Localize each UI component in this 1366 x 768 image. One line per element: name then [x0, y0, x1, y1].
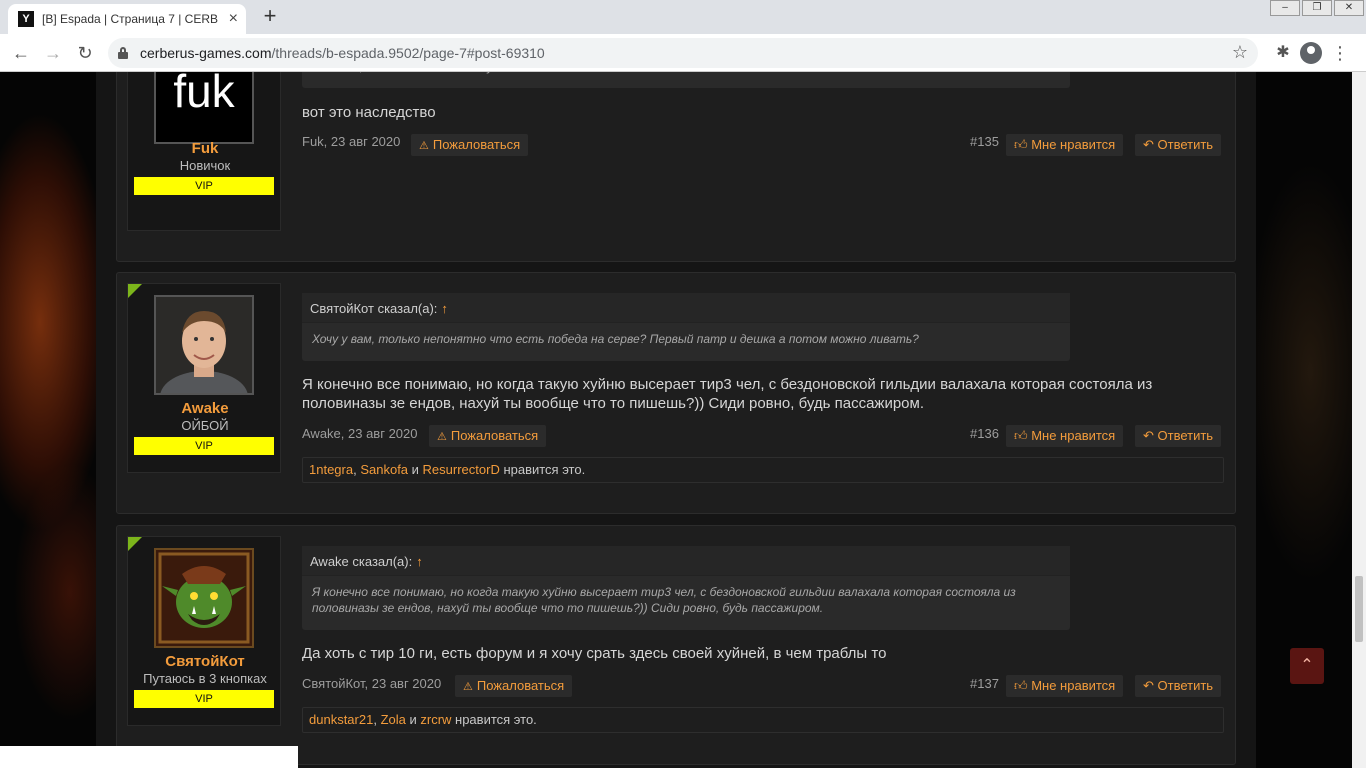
- message-text: Да хоть с тир 10 ги, есть форум и я хочу…: [302, 645, 887, 662]
- vip-badge: VIP: [134, 177, 274, 195]
- user-info-cell: Awake ОЙБОЙ VIP: [127, 283, 281, 473]
- warning-icon: ⚠: [419, 140, 429, 152]
- user-info-cell: fuk Fuk Новичок VIP: [127, 72, 281, 231]
- reply-icon: ↶: [1143, 428, 1158, 443]
- browser-menu-icon[interactable]: ⋮: [1330, 40, 1350, 66]
- liker-link[interactable]: dunkstar21: [309, 712, 373, 727]
- forward-icon[interactable]: →: [40, 40, 66, 66]
- thumbs-up-icon: 👍︎: [1014, 678, 1032, 693]
- address-bar[interactable]: cerberus-games.com/threads/b-espada.9502…: [108, 38, 1258, 68]
- reply-icon: ↶: [1143, 137, 1158, 152]
- message-post: fuk Fuk Новичок VIP Их дети, люди стольк…: [116, 72, 1236, 262]
- new-post-marker: [128, 537, 142, 551]
- liker-link[interactable]: ResurrectorD: [423, 462, 500, 477]
- window-controls: – ❐ ✕: [1268, 0, 1364, 16]
- report-button[interactable]: ⚠ Пожаловаться: [411, 134, 529, 156]
- avatar[interactable]: [154, 295, 254, 395]
- scrollbar-thumb[interactable]: [1355, 576, 1363, 642]
- new-post-marker: [128, 284, 142, 298]
- username[interactable]: Fuk: [128, 140, 282, 157]
- lock-icon: [118, 47, 128, 59]
- reply-icon: ↶: [1143, 678, 1158, 693]
- quote-block: Их дети, люди столько не живут: [302, 72, 1070, 88]
- post-number[interactable]: #135: [970, 134, 999, 149]
- reply-button[interactable]: ↶ Ответить: [1135, 675, 1222, 697]
- profile-icon[interactable]: [1300, 42, 1322, 64]
- go-to-quote-icon[interactable]: ↑: [441, 301, 448, 316]
- like-button[interactable]: 👍︎ Мне нравится: [1006, 425, 1124, 447]
- extensions-icon[interactable]: ✱: [1270, 40, 1296, 66]
- like-button[interactable]: 👍︎ Мне нравится: [1006, 675, 1124, 697]
- quote-author: СвятойКот сказал(а): ↑: [302, 293, 1070, 323]
- bookmark-star-icon[interactable]: ☆: [1232, 42, 1248, 63]
- download-bar-stub: [0, 746, 298, 768]
- username[interactable]: СвятойКот: [128, 653, 282, 670]
- tab-close-icon[interactable]: ×: [229, 10, 238, 28]
- avatar[interactable]: fuk: [154, 72, 254, 144]
- tab-title: [B] Espada | Страница 7 | CERBERUS: [42, 12, 218, 26]
- liker-link[interactable]: Sankofa: [360, 462, 408, 477]
- message-post: СвятойКот Путаюсь в 3 кнопках VIP Awake …: [116, 525, 1236, 765]
- post-number[interactable]: #136: [970, 426, 999, 441]
- warning-icon: ⚠: [437, 431, 447, 443]
- quote-text: Их дети, люди столько не живут: [302, 72, 1070, 83]
- message-text: вот это наследство: [302, 104, 436, 121]
- reply-button[interactable]: ↶ Ответить: [1135, 134, 1222, 156]
- liker-link[interactable]: Zola: [381, 712, 406, 727]
- quote-text: Хочу у вам, только непонятно что есть по…: [312, 332, 919, 346]
- post-number[interactable]: #137: [970, 676, 999, 691]
- url-text: cerberus-games.com/threads/b-espada.9502…: [140, 45, 545, 61]
- message-text: Я конечно все понимаю, но когда такую ху…: [302, 376, 1153, 412]
- site-favicon-icon: Y: [18, 11, 34, 27]
- post-meta[interactable]: СвятойКот, 23 авг 2020: [302, 676, 441, 691]
- user-title: Новичок: [179, 158, 231, 173]
- report-button[interactable]: ⚠ Пожаловаться: [429, 425, 547, 447]
- warning-icon: ⚠: [463, 681, 473, 693]
- forum-page: fuk Fuk Новичок VIP Их дети, люди стольк…: [0, 72, 1352, 768]
- browser-toolbar: ← → ↻ cerberus-games.com/threads/b-espad…: [0, 34, 1366, 72]
- username[interactable]: Awake: [128, 400, 282, 417]
- thread-content: fuk Fuk Новичок VIP Их дети, люди стольк…: [96, 72, 1256, 768]
- reply-button[interactable]: ↶ Ответить: [1135, 425, 1222, 447]
- liker-link[interactable]: zrcrw: [420, 712, 451, 727]
- quote-block: Awake сказал(а): ↑ Я конечно все понимаю,…: [302, 546, 1070, 630]
- post-meta[interactable]: Fuk, 23 авг 2020: [302, 134, 400, 149]
- restore-icon[interactable]: ❐: [1302, 0, 1332, 16]
- scroll-to-top-button[interactable]: ⌃: [1290, 648, 1324, 684]
- quote-text: Я конечно все понимаю, но когда такую ху…: [312, 585, 1016, 615]
- thumbs-up-icon: 👍︎: [1014, 137, 1032, 152]
- user-title: ОЙБОЙ: [181, 418, 229, 433]
- back-icon[interactable]: ←: [8, 40, 34, 66]
- likes-summary: 1ntegra, Sankofa и ResurrectorD нравится…: [302, 457, 1224, 483]
- close-window-icon[interactable]: ✕: [1334, 0, 1364, 16]
- avatar[interactable]: [154, 548, 254, 648]
- user-info-cell: СвятойКот Путаюсь в 3 кнопках VIP: [127, 536, 281, 726]
- vip-badge: VIP: [134, 690, 274, 708]
- page-scrollbar[interactable]: [1352, 72, 1366, 768]
- report-button[interactable]: ⚠ Пожаловаться: [455, 675, 573, 697]
- user-title: Путаюсь в 3 кнопках: [143, 671, 267, 686]
- quote-block: СвятойКот сказал(а): ↑ Хочу у вам, только…: [302, 293, 1070, 361]
- browser-tab[interactable]: Y [B] Espada | Страница 7 | CERBERUS ×: [8, 4, 246, 34]
- go-to-quote-icon[interactable]: ↑: [416, 554, 423, 569]
- reload-icon[interactable]: ↻: [72, 40, 98, 66]
- thumbs-up-icon: 👍︎: [1014, 428, 1032, 443]
- quote-author: Awake сказал(а): ↑: [302, 546, 1070, 576]
- post-meta[interactable]: Awake, 23 авг 2020: [302, 426, 418, 441]
- new-tab-icon[interactable]: +: [258, 4, 282, 28]
- vip-badge: VIP: [134, 437, 274, 455]
- message-post: Awake ОЙБОЙ VIP СвятойКот сказал(а): ↑ Хо…: [116, 272, 1236, 514]
- likes-summary: dunkstar21, Zola и zrcrw нравится это.: [302, 707, 1224, 733]
- liker-link[interactable]: 1ntegra: [309, 462, 353, 477]
- like-button[interactable]: 👍︎ Мне нравится: [1006, 134, 1124, 156]
- browser-tab-bar: Y [B] Espada | Страница 7 | CERBERUS × +…: [0, 0, 1366, 34]
- minimize-icon[interactable]: –: [1270, 0, 1300, 16]
